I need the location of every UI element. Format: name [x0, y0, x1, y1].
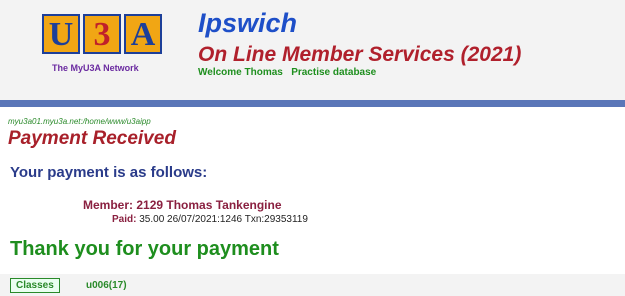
- classes-button[interactable]: Classes: [10, 278, 60, 293]
- header-divider: [0, 100, 625, 107]
- course-code-link[interactable]: u006(17): [86, 280, 127, 291]
- paid-details: 35.00 26/07/2021:1246 Txn:29353119: [139, 214, 308, 225]
- server-path: myu3a01.myu3a.net:/home/www/u3aipp: [8, 117, 151, 126]
- paid-info: Paid: 35.00 26/07/2021:1246 Txn:29353119: [112, 214, 308, 225]
- page-heading: Payment Received: [8, 128, 176, 149]
- member-info: Member: 2129 Thomas Tankengine: [83, 198, 282, 212]
- site-title: Ipswich: [198, 8, 298, 38]
- network-label: The MyU3A Network: [52, 63, 139, 73]
- u3a-logo: U 3 A: [42, 14, 162, 54]
- welcome-line: Welcome Thomas Practise database: [198, 67, 376, 78]
- practise-label: Practise: [291, 67, 331, 78]
- welcome-text: Welcome Thomas: [198, 67, 283, 78]
- logo-letter-3: 3: [83, 14, 121, 54]
- paid-label: Paid:: [112, 214, 137, 225]
- logo-letter-u: U: [42, 14, 80, 54]
- thank-you-message: Thank you for your payment: [10, 238, 279, 260]
- logo-letter-a: A: [124, 14, 162, 54]
- site-subtitle: On Line Member Services (2021): [198, 43, 522, 66]
- payment-intro: Your payment is as follows:: [10, 164, 208, 181]
- database-label: database: [332, 67, 377, 78]
